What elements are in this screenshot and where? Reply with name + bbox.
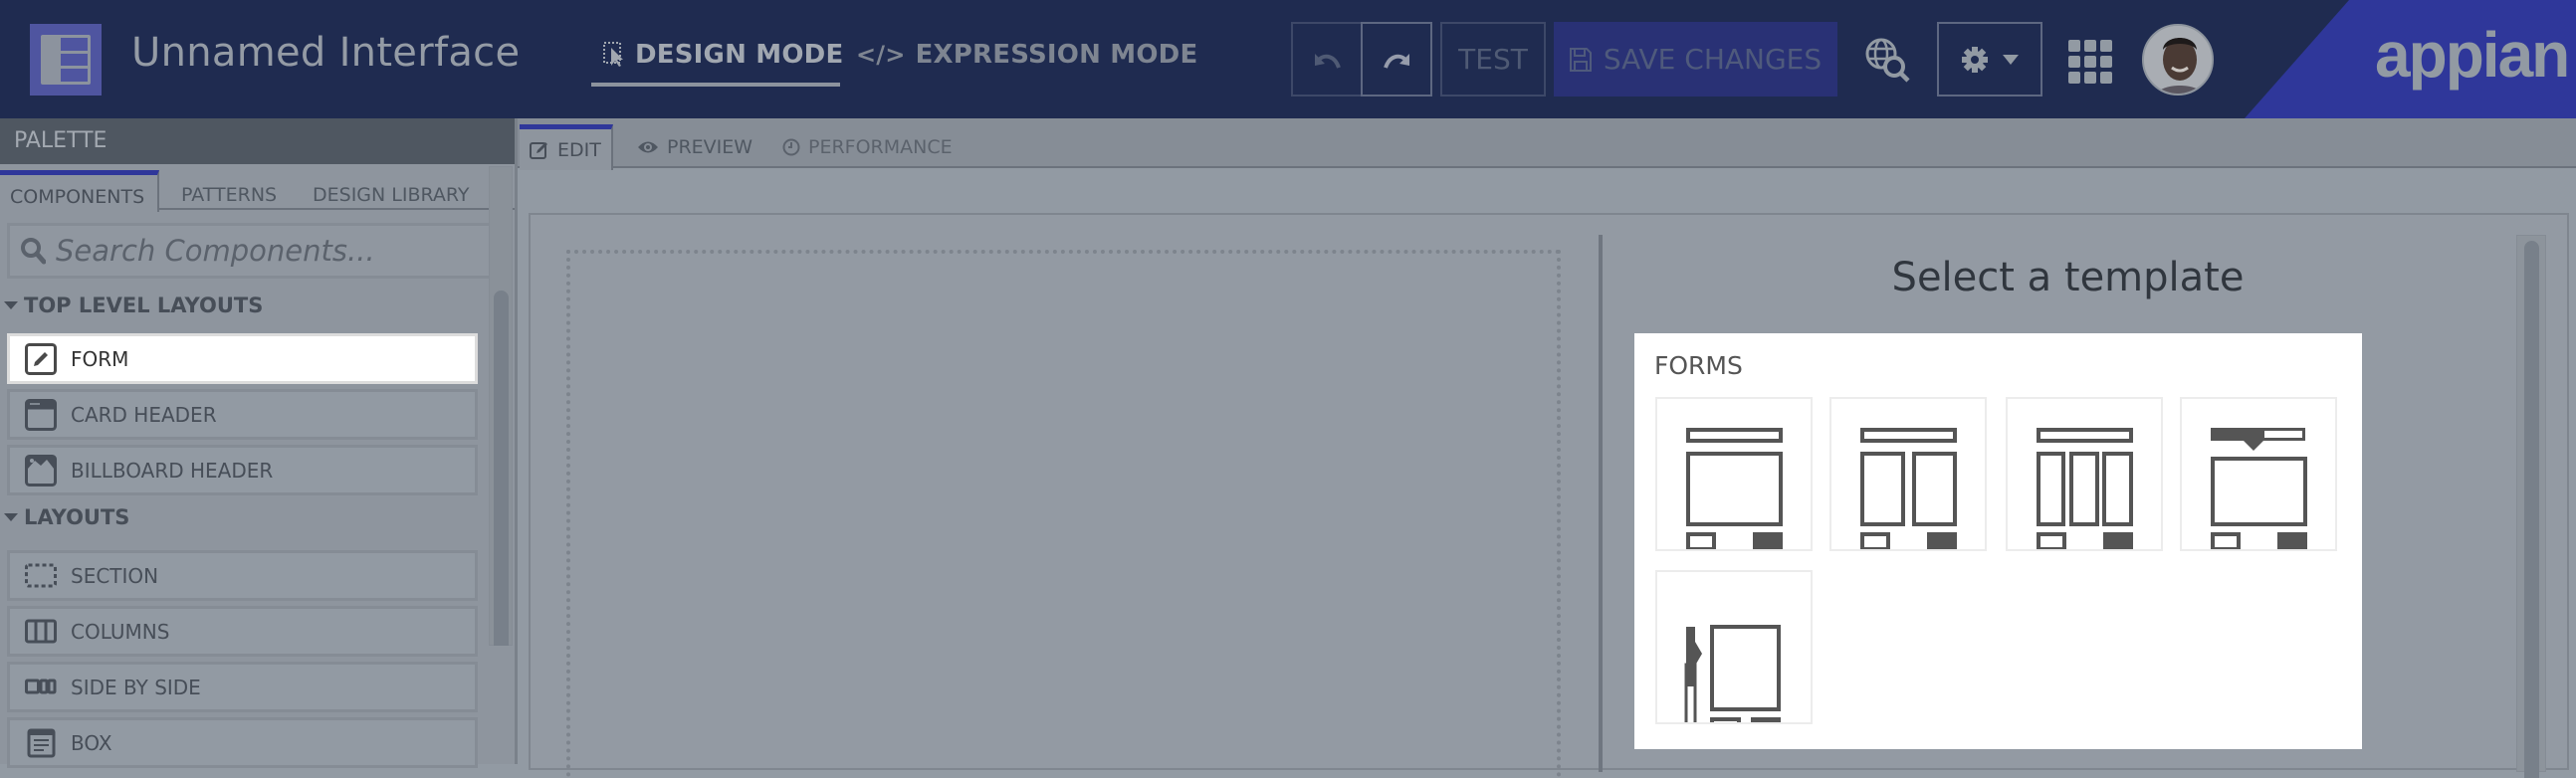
expression-mode-label: EXPRESSION MODE	[915, 40, 1198, 70]
section-icon	[25, 560, 57, 592]
tab-label: EDIT	[557, 138, 601, 161]
tab-label: PREVIEW	[667, 136, 753, 158]
palette-item-billboard-header[interactable]: BILLBOARD HEADER	[7, 445, 478, 495]
redo-button[interactable]	[1361, 22, 1432, 97]
save-label: SAVE CHANGES	[1603, 43, 1823, 76]
floppy-disk-icon	[1569, 47, 1592, 72]
user-photo-icon	[2144, 26, 2212, 94]
save-changes-button[interactable]: SAVE CHANGES	[1554, 22, 1837, 97]
one-column-template-icon	[1686, 428, 1783, 549]
palette-item-label: CARD HEADER	[71, 402, 217, 427]
palette-scrollbar-thumb[interactable]	[494, 291, 509, 646]
component-palette: PALETTE COMPONENTS PATTERNS DESIGN LIBRA…	[0, 118, 518, 768]
palette-item-label: SIDE BY SIDE	[71, 675, 201, 699]
palette-item-label: SECTION	[71, 563, 159, 588]
expression-mode-tab[interactable]: </> EXPRESSION MODE	[856, 40, 1197, 70]
tab-label: PERFORMANCE	[808, 136, 953, 158]
columns-icon	[25, 616, 57, 648]
edit-icon	[530, 141, 547, 159]
tab-components[interactable]: COMPONENTS	[0, 170, 159, 212]
active-mode-underline	[591, 83, 840, 87]
template-sidebar-wizard-form[interactable]	[1655, 570, 1813, 724]
template-panel-scrollbar-thumb[interactable]	[2524, 241, 2539, 778]
search-icon	[21, 238, 46, 265]
two-column-template-icon	[1860, 428, 1957, 549]
user-avatar[interactable]	[2142, 24, 2214, 96]
side-by-side-icon	[25, 672, 57, 703]
palette-item-label: COLUMNS	[71, 619, 170, 644]
palette-item-label: BOX	[71, 730, 112, 755]
form-pencil-icon	[25, 342, 57, 375]
redo-icon	[1384, 53, 1409, 69]
tab-preview[interactable]: PREVIEW	[637, 136, 752, 158]
three-column-template-icon	[2037, 428, 2133, 549]
design-mode-tab[interactable]: DESIGN MODE	[603, 40, 843, 70]
interface-object-icon	[30, 24, 102, 96]
clock-icon	[782, 138, 800, 156]
palette-item-box[interactable]: BOX	[7, 717, 478, 768]
settings-menu-button[interactable]	[1937, 22, 2042, 97]
interface-title[interactable]: Unnamed Interface	[131, 30, 520, 76]
undo-icon	[1314, 53, 1341, 69]
panel-divider[interactable]	[1599, 235, 1603, 772]
section-title: TOP LEVEL LAYOUTS	[24, 293, 264, 317]
select-template-heading: Select a template	[1891, 255, 2245, 300]
section-layouts[interactable]: LAYOUTS	[4, 505, 129, 529]
undo-button[interactable]	[1291, 22, 1362, 97]
search-placeholder: Search Components...	[56, 234, 375, 268]
template-three-column-form[interactable]	[2006, 397, 2163, 551]
section-title: LAYOUTS	[24, 505, 130, 529]
canvas-view-tabs: EDIT PREVIEW PERFORMANCE	[518, 118, 2576, 170]
forms-group-label: FORMS	[1654, 351, 1743, 380]
section-top-level-layouts[interactable]: TOP LEVEL LAYOUTS	[4, 293, 263, 317]
palette-item-side-by-side[interactable]: SIDE BY SIDE	[7, 662, 478, 712]
chevron-down-icon	[2003, 54, 2019, 65]
test-label: TEST	[1458, 43, 1528, 76]
appian-logo[interactable]: appian	[2375, 18, 2570, 92]
globe-search-icon[interactable]	[1863, 36, 1913, 86]
wizard-template-icon	[2211, 428, 2307, 549]
eye-icon	[638, 141, 658, 153]
palette-item-form[interactable]: FORM	[7, 333, 478, 384]
palette-item-section[interactable]: SECTION	[7, 550, 478, 601]
tab-patterns[interactable]: PATTERNS	[181, 172, 277, 210]
design-mode-label: DESIGN MODE	[635, 40, 844, 70]
tab-performance[interactable]: PERFORMANCE	[782, 136, 953, 158]
app-launcher-grid-icon[interactable]	[2068, 40, 2112, 84]
palette-item-label: FORM	[71, 346, 129, 371]
test-button[interactable]: TEST	[1440, 22, 1546, 97]
template-one-column-form[interactable]	[1655, 397, 1813, 551]
palette-tabs: COMPONENTS PATTERNS DESIGN LIBRARY	[0, 164, 515, 212]
caret-down-icon	[4, 301, 18, 309]
card-header-icon	[25, 398, 57, 431]
palette-title: PALETTE	[0, 118, 515, 164]
top-header: Unnamed Interface DESIGN MODE </> EXPRES…	[0, 0, 2576, 118]
code-icon: </>	[856, 41, 906, 69]
interface-drop-zone[interactable]	[566, 250, 1561, 777]
gear-icon	[1962, 46, 1988, 73]
tab-design-library[interactable]: DESIGN LIBRARY	[313, 172, 470, 210]
caret-down-icon	[4, 513, 18, 521]
billboard-header-icon	[25, 454, 57, 486]
box-icon	[25, 727, 57, 759]
search-components-input[interactable]: Search Components...	[7, 223, 507, 279]
palette-item-columns[interactable]: COLUMNS	[7, 606, 478, 657]
tab-edit[interactable]: EDIT	[520, 124, 613, 170]
template-two-column-form[interactable]	[1829, 397, 1987, 551]
sidebar-wizard-template-icon	[1684, 625, 1781, 722]
palette-item-label: BILLBOARD HEADER	[71, 458, 274, 483]
design-cursor-icon	[603, 42, 623, 67]
palette-item-card-header[interactable]: CARD HEADER	[7, 389, 478, 440]
template-wizard-form[interactable]	[2180, 397, 2337, 551]
